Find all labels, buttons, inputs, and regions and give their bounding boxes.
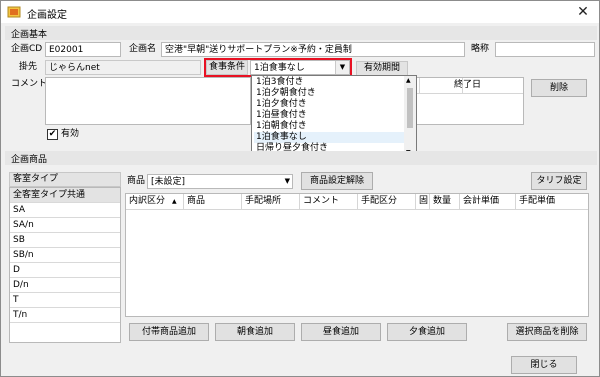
sort-asc-icon: ▲ bbox=[172, 198, 177, 205]
app-icon bbox=[7, 6, 21, 18]
room-type-item[interactable]: SB bbox=[10, 233, 120, 248]
meal-condition-dropdown[interactable]: 1泊3食付き 1泊夕朝食付き 1泊夕食付き 1泊昼食付き 1泊朝食付き 1泊食事… bbox=[251, 75, 417, 160]
room-type-item[interactable]: 全客室タイプ共通 bbox=[10, 188, 120, 203]
plan-name-field[interactable]: 空港"早朝"送りサポートプラン※予約・定員制 bbox=[161, 42, 465, 57]
column-account-price[interactable]: 会計単価 bbox=[460, 194, 516, 210]
tariff-settings-button[interactable]: タリフ設定 bbox=[531, 172, 587, 190]
room-type-item[interactable]: SA/n bbox=[10, 218, 120, 233]
plan-cd-label: 企画CD bbox=[11, 44, 43, 54]
short-name-label: 略称 bbox=[471, 44, 490, 54]
comment-field[interactable] bbox=[45, 77, 251, 125]
title-bar: 企画設定 ✕ bbox=[1, 1, 599, 23]
close-icon[interactable]: ✕ bbox=[571, 2, 595, 22]
active-label: 有効 bbox=[61, 129, 80, 139]
comment-label: コメント bbox=[11, 79, 48, 89]
room-type-item[interactable]: D bbox=[10, 263, 120, 278]
client-label: 掛先 bbox=[11, 60, 45, 75]
scroll-thumb[interactable] bbox=[407, 88, 413, 128]
active-checkbox[interactable]: ✔ bbox=[47, 129, 58, 140]
meal-option[interactable]: 1泊朝食付き bbox=[254, 121, 307, 132]
close-button[interactable]: 閉じる bbox=[511, 356, 577, 374]
product-grid-header: 内訳区分 ▲ 商品 手配場所 コメント 手配区分 固 数量 会計単価 手配単価 bbox=[126, 194, 588, 210]
meal-option[interactable]: 1泊夕朝食付き bbox=[254, 88, 316, 99]
column-product[interactable]: 商品 bbox=[184, 194, 242, 210]
add-lunch-button[interactable]: 昼食追加 bbox=[301, 323, 381, 341]
add-dinner-button[interactable]: 夕食追加 bbox=[387, 323, 467, 341]
column-quantity[interactable]: 数量 bbox=[430, 194, 460, 210]
scroll-up-icon[interactable]: ▲ bbox=[406, 77, 411, 84]
room-type-item[interactable]: SA bbox=[10, 203, 120, 218]
add-breakfast-button[interactable]: 朝食追加 bbox=[215, 323, 295, 341]
room-type-header: 客室タイプ bbox=[9, 172, 121, 187]
meal-option[interactable]: 1泊夕食付き bbox=[254, 99, 307, 110]
plan-products-label: 企画商品 bbox=[11, 155, 48, 165]
room-type-list[interactable]: 全客室タイプ共通 SA SA/n SB SB/n D D/n T T/n bbox=[9, 187, 121, 343]
product-label: 商品 bbox=[127, 176, 146, 186]
client-field: じゃらんnet bbox=[45, 60, 201, 75]
plan-cd-field[interactable]: E02001 bbox=[45, 42, 121, 57]
column-comment[interactable]: コメント bbox=[300, 194, 358, 210]
product-grid[interactable]: 内訳区分 ▲ 商品 手配場所 コメント 手配区分 固 数量 会計単価 手配単価 bbox=[125, 193, 589, 317]
column-arrange-type[interactable]: 手配区分 bbox=[358, 194, 416, 210]
meal-option[interactable]: 1泊昼食付き bbox=[254, 110, 307, 121]
add-extra-product-button[interactable]: 付帯商品追加 bbox=[129, 323, 209, 341]
delete-button[interactable]: 削除 bbox=[531, 79, 587, 97]
chevron-down-icon[interactable]: ▼ bbox=[285, 175, 290, 188]
short-name-field[interactable] bbox=[495, 42, 595, 57]
plan-name-label: 企画名 bbox=[129, 44, 157, 54]
plan-settings-window: 企画設定 ✕ 企画基本 企画CD E02001 企画名 空港"早朝"送りサポート… bbox=[0, 0, 600, 377]
product-select[interactable]: [未設定] ▼ bbox=[147, 174, 293, 189]
delete-selected-product-button[interactable]: 選択商品を削除 bbox=[507, 323, 587, 341]
meal-option[interactable]: 1泊3食付き bbox=[254, 77, 303, 88]
room-type-item[interactable]: T bbox=[10, 293, 120, 308]
meal-option-selected[interactable]: 1泊食事なし bbox=[254, 132, 404, 143]
window-title: 企画設定 bbox=[27, 10, 67, 21]
column-fixed[interactable]: 固 bbox=[416, 194, 430, 210]
product-value: [未設定] bbox=[151, 177, 186, 187]
room-type-item[interactable]: SB/n bbox=[10, 248, 120, 263]
room-type-item[interactable]: T/n bbox=[10, 308, 120, 323]
room-type-item[interactable]: D/n bbox=[10, 278, 120, 293]
end-date-header: 終了日 bbox=[454, 80, 482, 90]
plan-products-header: 企画商品 bbox=[5, 151, 597, 165]
validity-period-label: 有効期間 bbox=[356, 61, 408, 76]
plan-basic-label: 企画基本 bbox=[11, 30, 48, 40]
product-reset-button[interactable]: 商品設定解除 bbox=[301, 172, 373, 190]
plan-basic-header: 企画基本 bbox=[5, 26, 597, 40]
dropdown-scrollbar[interactable]: ▲ ▼ bbox=[404, 76, 416, 159]
column-arrange-price[interactable]: 手配単価 bbox=[516, 194, 588, 210]
column-arrange-place[interactable]: 手配場所 bbox=[242, 194, 300, 210]
column-breakdown[interactable]: 内訳区分 ▲ bbox=[126, 194, 184, 210]
